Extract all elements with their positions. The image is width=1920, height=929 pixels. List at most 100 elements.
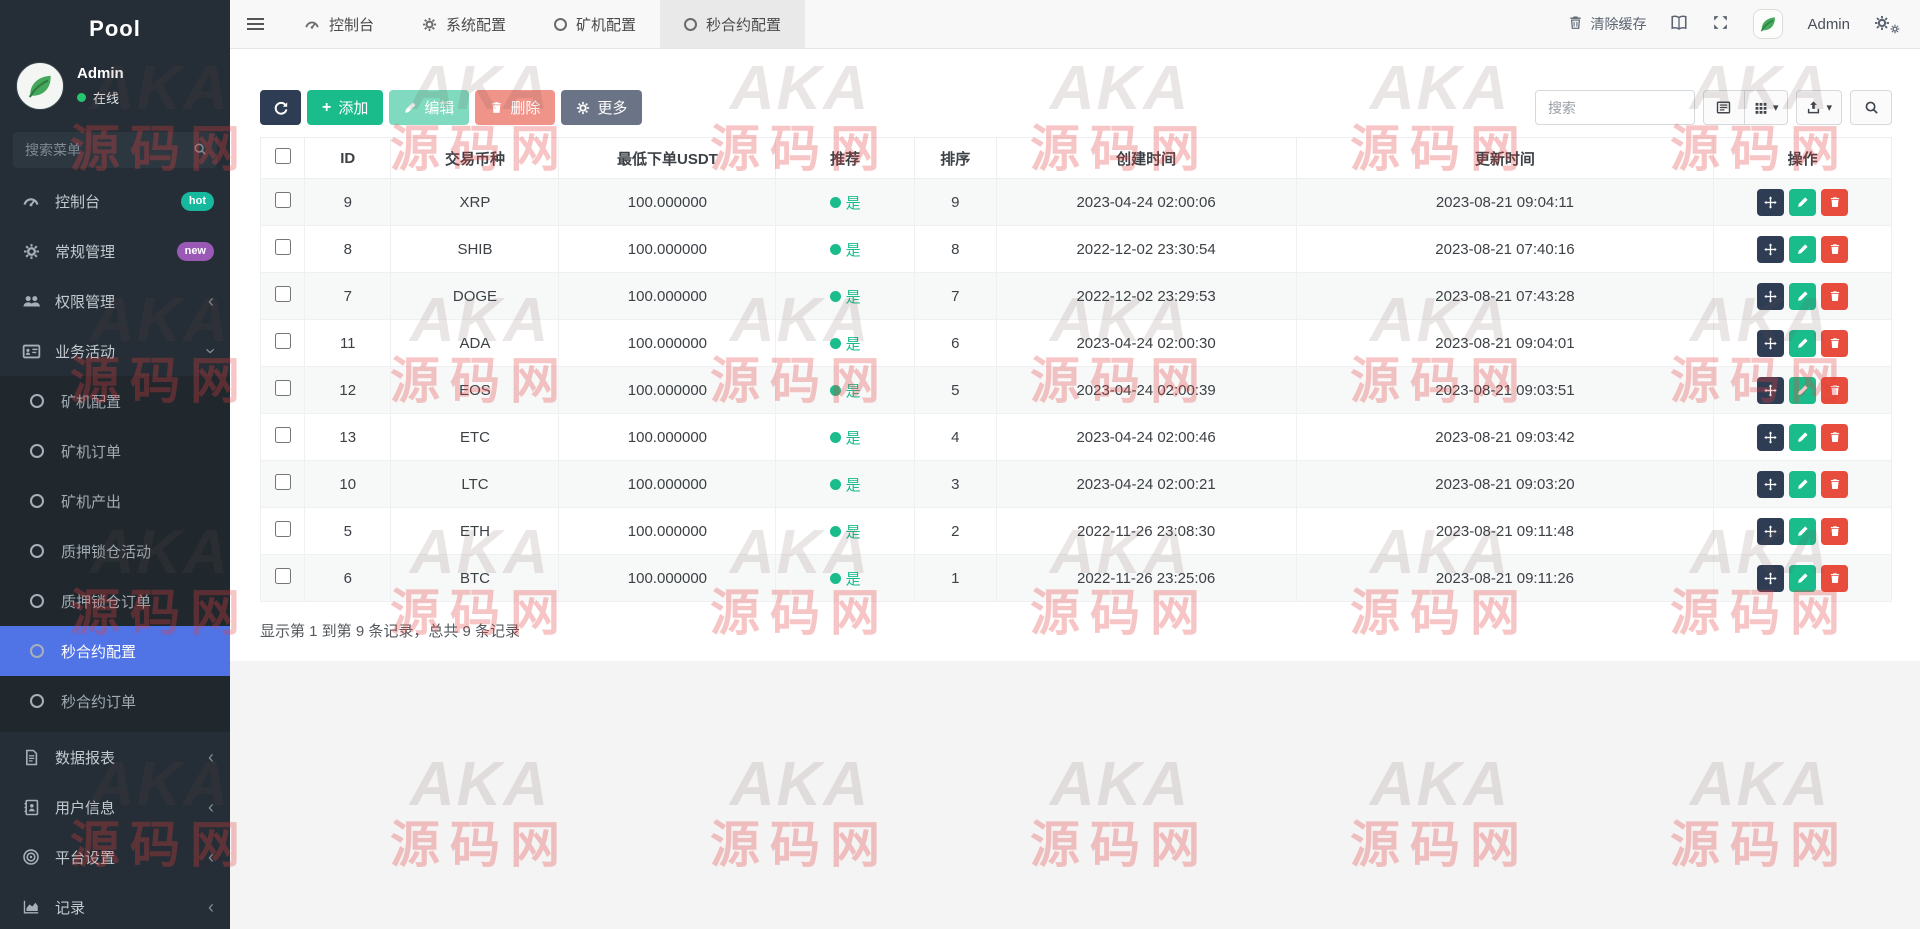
cell-sort: 9: [915, 179, 997, 226]
tab-miner-config[interactable]: 矿机配置: [530, 0, 660, 48]
fullscreen-button[interactable]: [1712, 14, 1729, 34]
sidebar-item-general-management[interactable]: 常规管理 new: [0, 226, 230, 276]
edit-row-button[interactable]: [1789, 236, 1816, 263]
circle-icon: [26, 394, 48, 408]
online-dot-icon: [77, 93, 86, 102]
edit-row-button[interactable]: [1789, 565, 1816, 592]
search-icon: [193, 142, 207, 161]
cell-id: 6: [305, 555, 391, 602]
user-name: Admin: [77, 65, 124, 82]
cell-recommend: 是: [776, 320, 915, 367]
row-checkbox[interactable]: [275, 286, 291, 302]
delete-button[interactable]: 删除: [475, 90, 555, 125]
edit-row-button[interactable]: [1789, 518, 1816, 545]
delete-row-button[interactable]: [1821, 424, 1848, 451]
move-button[interactable]: [1757, 330, 1784, 357]
col-header-min-order: 最低下单USDT: [559, 138, 776, 179]
sidebar-item-business-activity[interactable]: 业务活动 ›: [0, 326, 230, 376]
edit-row-button[interactable]: [1789, 189, 1816, 216]
sidebar-item-miner-config[interactable]: 矿机配置: [0, 376, 230, 426]
row-checkbox[interactable]: [275, 192, 291, 208]
delete-row-button[interactable]: [1821, 565, 1848, 592]
tab-system-config[interactable]: 系统配置: [398, 0, 530, 48]
circle-icon: [554, 18, 567, 31]
move-button[interactable]: [1757, 283, 1784, 310]
move-icon: [1764, 572, 1777, 585]
cell-coin: ETC: [391, 414, 559, 461]
cell-recommend: 是: [776, 508, 915, 555]
sidebar-item-miner-orders[interactable]: 矿机订单: [0, 426, 230, 476]
tab-second-contract-config[interactable]: 秒合约配置: [660, 0, 805, 48]
select-all-checkbox[interactable]: [275, 148, 291, 164]
move-button[interactable]: [1757, 377, 1784, 404]
refresh-button[interactable]: [260, 90, 301, 125]
sidebar-item-records[interactable]: 记录 ‹: [0, 882, 230, 929]
sidebar-item-miner-output[interactable]: 矿机产出: [0, 476, 230, 526]
sidebar-item-platform-settings[interactable]: 平台设置 ‹: [0, 832, 230, 882]
delete-row-button[interactable]: [1821, 377, 1848, 404]
avatar[interactable]: [1753, 9, 1783, 39]
pencil-icon: [1797, 431, 1809, 443]
delete-row-button[interactable]: [1821, 330, 1848, 357]
pencil-icon: [1797, 525, 1809, 537]
edit-row-button[interactable]: [1789, 330, 1816, 357]
sidebar-item-staking-orders[interactable]: 质押锁仓订单: [0, 576, 230, 626]
cell-sort: 8: [915, 226, 997, 273]
delete-row-button[interactable]: [1821, 236, 1848, 263]
row-checkbox[interactable]: [275, 427, 291, 443]
cell-updated: 2023-08-21 09:04:11: [1296, 179, 1714, 226]
tab-dashboard[interactable]: 控制台: [280, 0, 398, 48]
edit-button[interactable]: 编辑: [389, 90, 469, 125]
sidebar-item-permission-management[interactable]: 权限管理 ‹: [0, 276, 230, 326]
row-checkbox[interactable]: [275, 239, 291, 255]
id-card-icon: [20, 342, 42, 361]
move-button[interactable]: [1757, 518, 1784, 545]
edit-row-button[interactable]: [1789, 471, 1816, 498]
settings-button[interactable]: [1874, 13, 1898, 35]
toggle-view-button[interactable]: [1703, 90, 1745, 125]
cell-created: 2022-11-26 23:25:06: [996, 555, 1296, 602]
cell-sort: 2: [915, 508, 997, 555]
row-checkbox[interactable]: [275, 380, 291, 396]
sidebar-toggle-button[interactable]: [230, 0, 280, 48]
delete-row-button[interactable]: [1821, 189, 1848, 216]
move-button[interactable]: [1757, 236, 1784, 263]
table-search: [1535, 90, 1695, 125]
add-button[interactable]: + 添加: [307, 90, 383, 125]
move-button[interactable]: [1757, 471, 1784, 498]
sidebar-item-dashboard[interactable]: 控制台 hot: [0, 176, 230, 226]
sidebar-item-staking-activity[interactable]: 质押锁仓活动: [0, 526, 230, 576]
new-badge: new: [177, 242, 214, 261]
search-icon: [1864, 100, 1879, 115]
sidebar-item-data-reports[interactable]: 数据报表 ‹: [0, 732, 230, 782]
edit-row-button[interactable]: [1789, 377, 1816, 404]
delete-row-button[interactable]: [1821, 283, 1848, 310]
clear-cache-button[interactable]: 清除缓存: [1568, 14, 1646, 34]
columns-button[interactable]: ▾: [1745, 90, 1789, 125]
chevron-left-icon: ‹: [208, 292, 214, 310]
delete-row-button[interactable]: [1821, 471, 1848, 498]
table-search-input[interactable]: [1535, 90, 1695, 125]
chart-area-icon: [20, 898, 42, 916]
export-button[interactable]: ▾: [1796, 90, 1842, 125]
sidebar-item-user-info[interactable]: 用户信息 ‹: [0, 782, 230, 832]
move-button[interactable]: [1757, 189, 1784, 216]
row-checkbox[interactable]: [275, 474, 291, 490]
move-button[interactable]: [1757, 424, 1784, 451]
move-icon: [1764, 478, 1777, 491]
sidebar-item-second-contract-orders[interactable]: 秒合约订单: [0, 676, 230, 726]
more-button[interactable]: 更多: [561, 90, 642, 125]
trash-icon: [1568, 15, 1583, 33]
row-checkbox[interactable]: [275, 333, 291, 349]
edit-row-button[interactable]: [1789, 283, 1816, 310]
edit-row-button[interactable]: [1789, 424, 1816, 451]
move-button[interactable]: [1757, 565, 1784, 592]
search-toggle-button[interactable]: [1850, 90, 1892, 125]
sidebar-item-second-contract-config[interactable]: 秒合约配置: [0, 626, 230, 676]
row-checkbox[interactable]: [275, 521, 291, 537]
language-button[interactable]: [1670, 14, 1688, 35]
delete-row-button[interactable]: [1821, 518, 1848, 545]
menu-search-input[interactable]: [13, 132, 217, 168]
chevron-left-icon: ‹: [208, 748, 214, 766]
row-checkbox[interactable]: [275, 568, 291, 584]
